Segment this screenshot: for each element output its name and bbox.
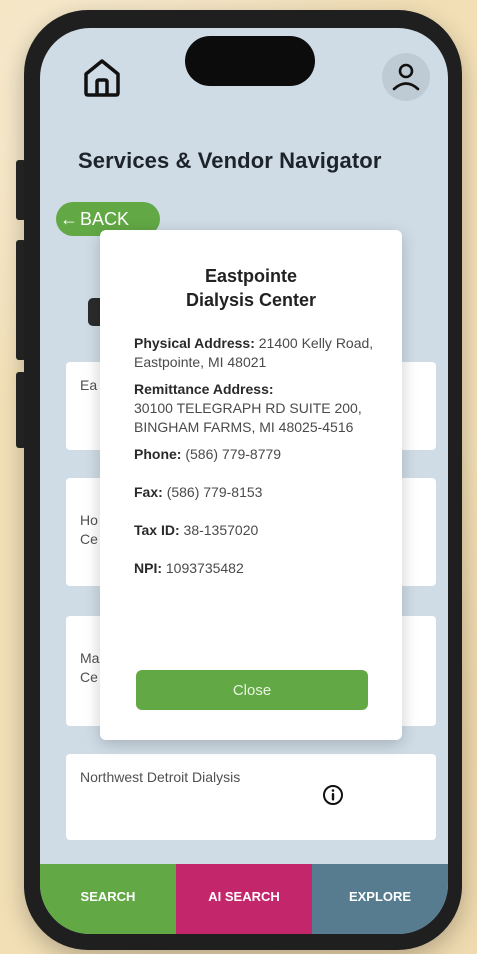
details-modal: Eastpointe Dialysis Center Physical Addr… [100,230,402,740]
physical-address-label: Physical Address: [134,335,255,351]
list-item[interactable]: Northwest Detroit Dialysis [66,754,436,840]
phone-value: (586) 779-8779 [185,446,282,462]
page-title: Services & Vendor Navigator [78,148,382,173]
nav-ai-search-tab[interactable]: AI SEARCH [176,864,312,934]
fax-value: (586) 779-8153 [166,484,263,500]
remittance-address-value: 30100 TELEGRAPH RD SUITE 200, BINGHAM FA… [134,400,362,435]
arrow-left-icon: ← [60,208,78,229]
phone-row: Phone: (586) 779-8779 [134,445,378,464]
npi-label: NPI: [134,560,162,576]
modal-title: Eastpointe Dialysis Center [185,266,317,310]
info-circle-icon[interactable] [322,784,344,806]
physical-address: Physical Address: 21400 Kelly Road, East… [134,334,378,372]
user-icon [392,63,420,91]
list-item-label: Ea [80,377,98,393]
home-icon[interactable] [80,55,124,99]
fax-row: Fax: (586) 779-8153 [134,483,378,502]
list-item-label: Northwest Detroit Dialysis [80,769,241,785]
back-label: BACK [80,208,130,229]
nav-search-tab[interactable]: SEARCH [40,864,176,934]
list-item-label: Ho Ce [80,512,98,547]
profile-button[interactable] [382,53,430,101]
app-screen: Services & Vendor Navigator ← BACK Ea Ho… [40,28,448,934]
bottom-nav: SEARCH AI SEARCH EXPLORE [40,864,448,934]
nav-explore-tab[interactable]: EXPLORE [312,864,448,934]
npi-value: 1093735482 [165,560,244,576]
tax-id-value: 38-1357020 [183,522,259,538]
close-button[interactable]: Close [136,670,368,710]
fax-label: Fax: [134,484,163,500]
tax-id-row: Tax ID: 38-1357020 [134,521,378,540]
background: Services & Vendor Navigator ← BACK Ea Ho… [0,0,477,954]
phone-label: Phone: [134,446,182,462]
tax-id-label: Tax ID: [134,522,180,538]
list-item-label: Ma Ce [80,650,100,685]
remittance-address-label: Remittance Address: [134,381,274,397]
npi-row: NPI: 1093735482 [134,559,378,578]
dynamic-island [185,36,315,86]
modal-body: Physical Address: 21400 Kelly Road, East… [100,312,402,578]
remittance-address: Remittance Address: 30100 TELEGRAPH RD S… [134,380,378,437]
